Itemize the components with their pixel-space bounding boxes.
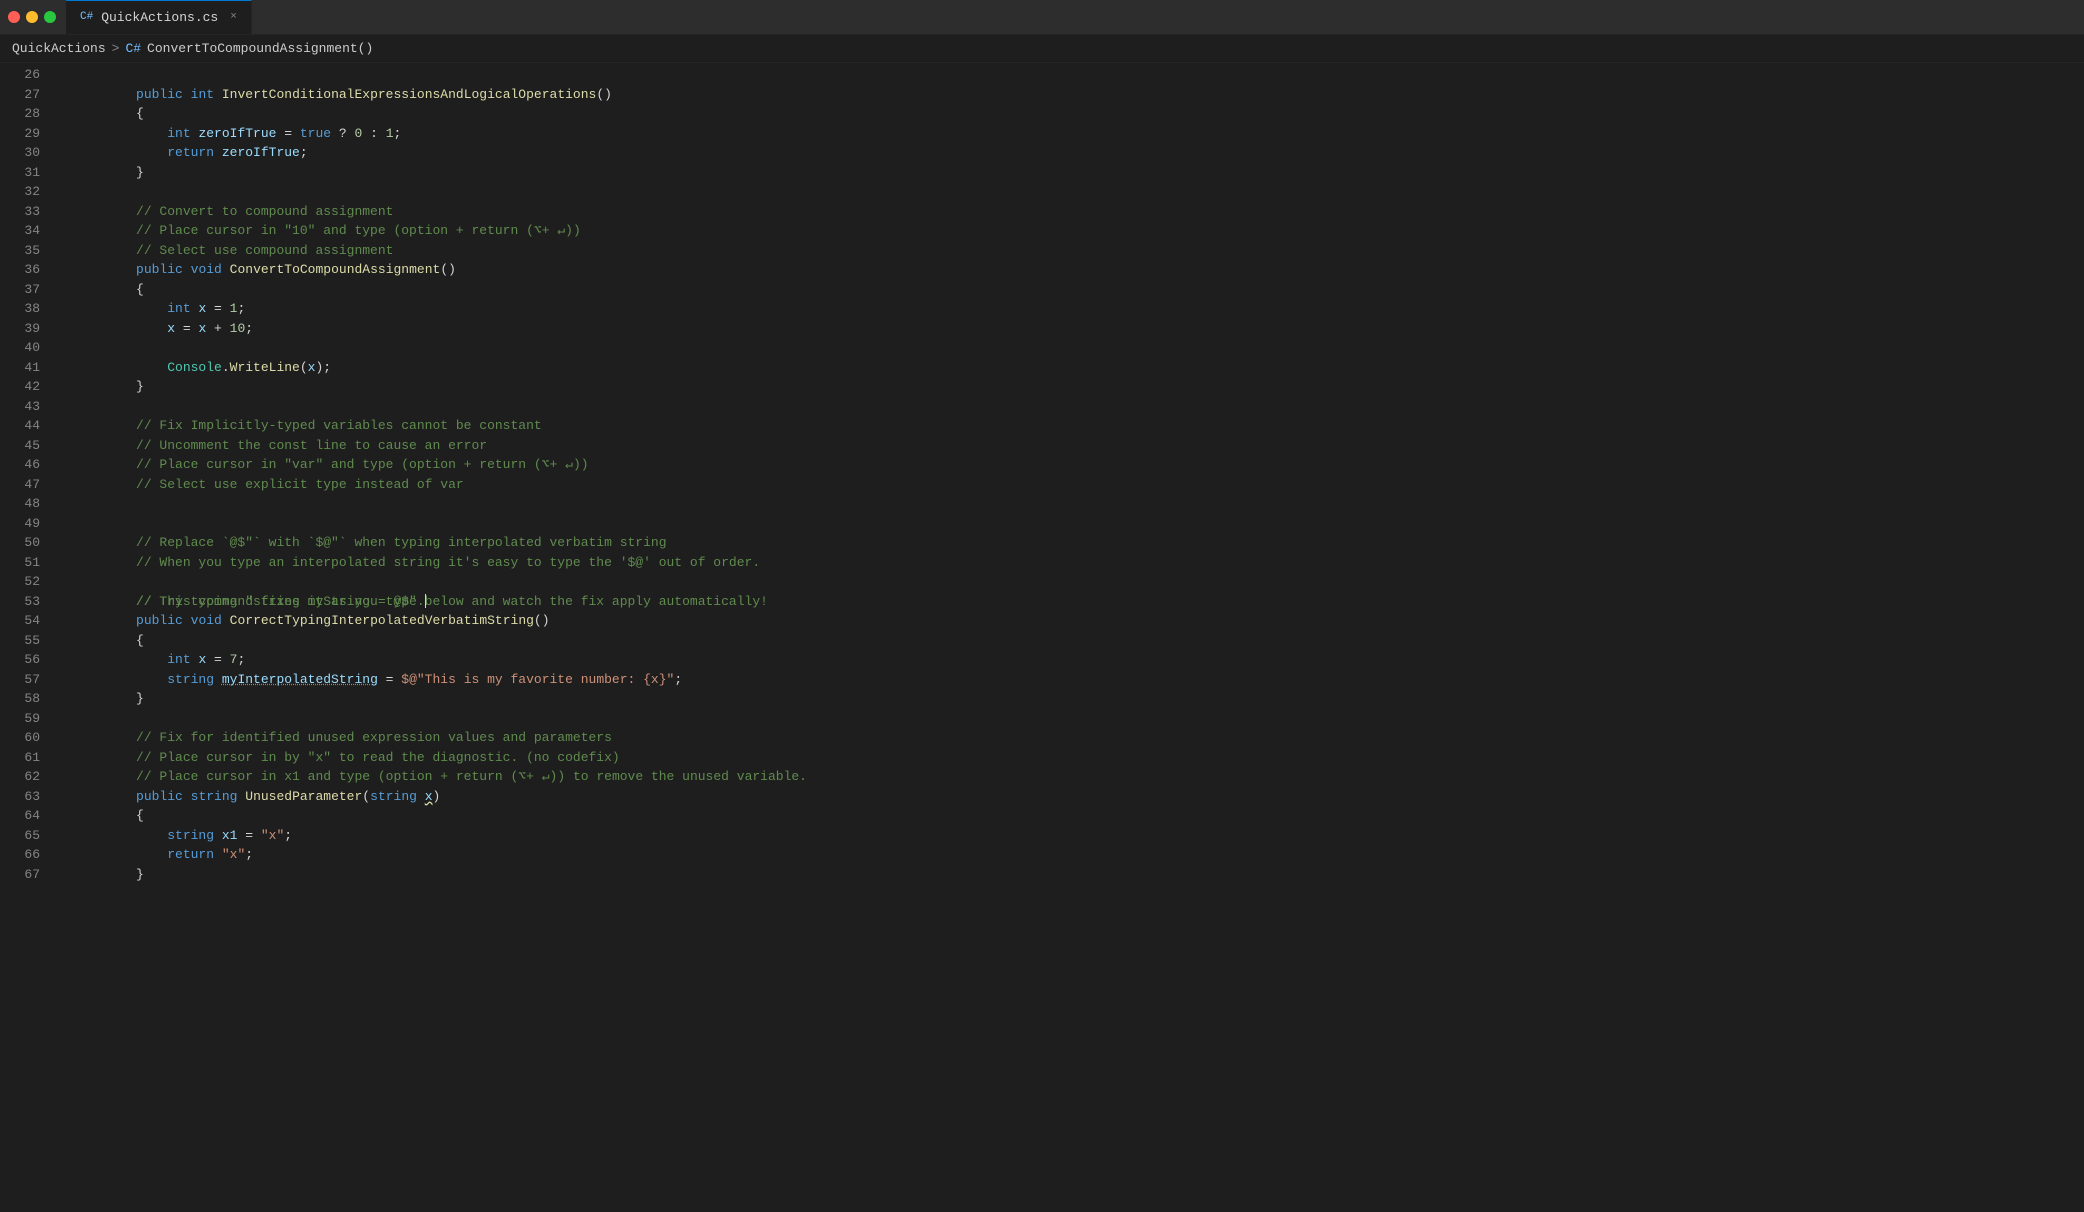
file-icon: C#: [80, 9, 93, 26]
line-numbers: 26 27 28 29 30 31 32 33 34 35 36 37 38 3…: [0, 63, 52, 1212]
code-line-30: }: [52, 143, 2084, 163]
code-line-37: int x = 1;: [52, 280, 2084, 300]
code-line-65: return "x";: [52, 826, 2084, 846]
code-line-58: [52, 689, 2084, 709]
code-area[interactable]: public int InvertConditionalExpressionsA…: [52, 63, 2084, 1212]
line-num-32: 32: [8, 182, 40, 202]
line-num-30: 30: [8, 143, 40, 163]
line-num-27: 27: [8, 85, 40, 105]
editor: 26 27 28 29 30 31 32 33 34 35 36 37 38 3…: [0, 63, 2084, 1212]
code-line-26: public int InvertConditionalExpressionsA…: [52, 65, 2084, 85]
line-num-52: 52: [8, 572, 40, 592]
line-num-28: 28: [8, 104, 40, 124]
code-line-42: [52, 377, 2084, 397]
code-line-67: [52, 865, 2084, 885]
line-num-46: 46: [8, 455, 40, 475]
line-num-31: 31: [8, 163, 40, 183]
tab-label: QuickActions.cs: [101, 8, 218, 28]
line-num-48: 48: [8, 494, 40, 514]
line-num-45: 45: [8, 436, 40, 456]
breadcrumb-part1[interactable]: QuickActions: [12, 39, 106, 59]
line-num-63: 63: [8, 787, 40, 807]
line-num-64: 64: [8, 806, 40, 826]
line-num-50: 50: [8, 533, 40, 553]
code-line-28: int zeroIfTrue = true ? 0 : 1;: [52, 104, 2084, 124]
line-num-59: 59: [8, 709, 40, 729]
line-num-38: 38: [8, 299, 40, 319]
active-tab[interactable]: C# QuickActions.cs ×: [66, 0, 252, 34]
line-num-55: 55: [8, 631, 40, 651]
code-line-55: int x = 7;: [52, 631, 2084, 651]
line-num-26: 26: [8, 65, 40, 85]
line-num-53: 53: [8, 592, 40, 612]
code-line-43: // Fix Implicitly-typed variables cannot…: [52, 397, 2084, 417]
line-num-40: 40: [8, 338, 40, 358]
code-line-48: [52, 494, 2084, 514]
minimize-button[interactable]: [26, 11, 38, 23]
line-num-39: 39: [8, 319, 40, 339]
breadcrumb: QuickActions > C# ConvertToCompoundAssig…: [0, 35, 2084, 63]
code-line-51: 💡 // This command fixes it as you type.: [52, 553, 2084, 573]
line-num-67: 67: [8, 865, 40, 885]
line-num-61: 61: [8, 748, 40, 768]
breadcrumb-icon: C#: [125, 39, 141, 59]
line-num-49: 49: [8, 514, 40, 534]
line-num-57: 57: [8, 670, 40, 690]
line-num-29: 29: [8, 124, 40, 144]
maximize-button[interactable]: [44, 11, 56, 23]
code-line-32: // Convert to compound assignment: [52, 182, 2084, 202]
title-bar: C# QuickActions.cs ×: [0, 0, 2084, 35]
line-num-43: 43: [8, 397, 40, 417]
line-num-41: 41: [8, 358, 40, 378]
line-num-36: 36: [8, 260, 40, 280]
line-num-65: 65: [8, 826, 40, 846]
line-num-60: 60: [8, 728, 40, 748]
tab-bar: C# QuickActions.cs ×: [66, 0, 252, 34]
code-line-41: }: [52, 358, 2084, 378]
breadcrumb-part2[interactable]: ConvertToCompoundAssignment(): [147, 39, 373, 59]
line-num-51: 51: [8, 553, 40, 573]
code-line-56: string myInterpolatedString = $@"This is…: [52, 650, 2084, 670]
breadcrumb-sep1: >: [112, 39, 120, 59]
close-button[interactable]: [8, 11, 20, 23]
tab-close-button[interactable]: ×: [230, 9, 237, 26]
code-line-59: // Fix for identified unused expression …: [52, 709, 2084, 729]
line-num-56: 56: [8, 650, 40, 670]
line-num-37: 37: [8, 280, 40, 300]
line-num-66: 66: [8, 845, 40, 865]
code-line-40: Console.WriteLine(x);: [52, 338, 2084, 358]
line-num-44: 44: [8, 416, 40, 436]
line-num-42: 42: [8, 377, 40, 397]
line-num-54: 54: [8, 611, 40, 631]
code-line-52: // Try typing "string myString = @$" bel…: [52, 572, 2084, 592]
line-num-35: 35: [8, 241, 40, 261]
code-line-39: [52, 319, 2084, 339]
code-line-64: string x1 = "x";: [52, 806, 2084, 826]
code-line-49: // Replace `@$"` with `$@"` when typing …: [52, 514, 2084, 534]
line-num-33: 33: [8, 202, 40, 222]
line-num-62: 62: [8, 767, 40, 787]
code-line-31: [52, 163, 2084, 183]
line-num-58: 58: [8, 689, 40, 709]
line-num-47: 47: [8, 475, 40, 495]
line-num-34: 34: [8, 221, 40, 241]
code-line-66: }: [52, 845, 2084, 865]
window-controls: [8, 11, 56, 23]
code-line-38: x = x + 10;: [52, 299, 2084, 319]
